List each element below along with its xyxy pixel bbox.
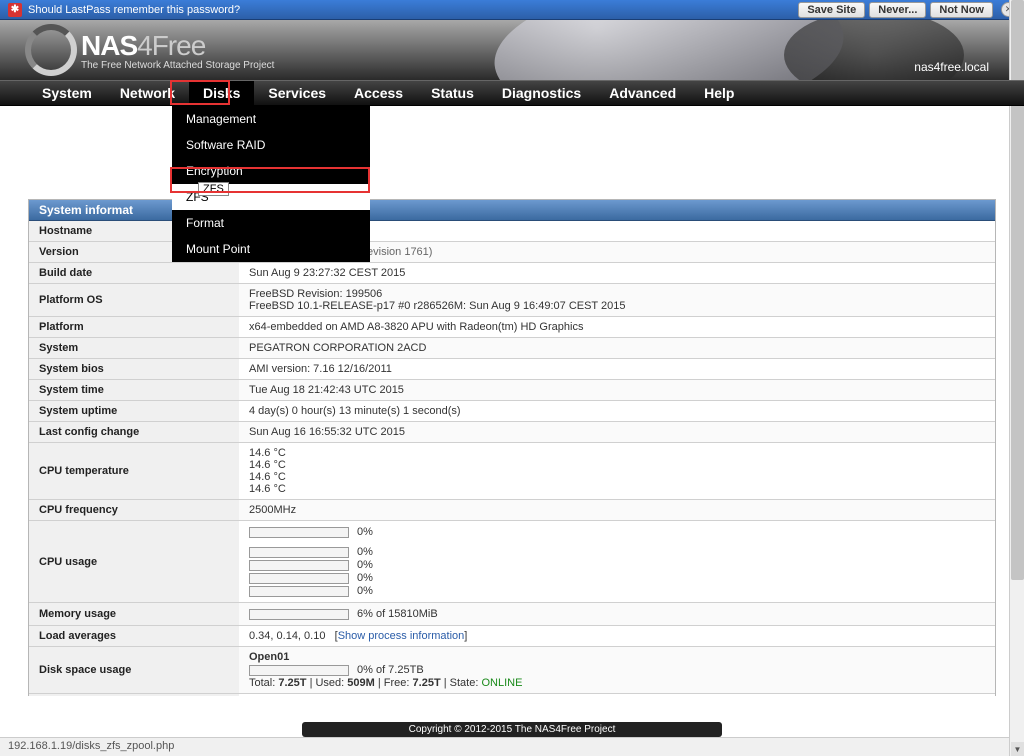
- row-value: 4 day(s) 0 hour(s) 13 minute(s) 1 second…: [239, 401, 995, 422]
- row-label: System uptime: [29, 401, 239, 422]
- row-value: PEGATRON CORPORATION 2ACD: [239, 338, 995, 359]
- dropdown-encryption[interactable]: Encryption: [172, 158, 370, 184]
- row-label: Platform: [29, 317, 239, 338]
- row-value: UPS disabled: [239, 694, 995, 697]
- logo-title-b: 4Free: [137, 30, 205, 61]
- row-label: System time: [29, 380, 239, 401]
- row-value: Sun Aug 16 16:55:32 UTC 2015: [239, 422, 995, 443]
- cpu-pct: 0%: [357, 572, 373, 584]
- hostname-label: nas4free.local: [914, 60, 989, 74]
- not-now-button[interactable]: Not Now: [930, 2, 993, 18]
- dropdown-mount-point[interactable]: Mount Point: [172, 236, 370, 262]
- nav-system[interactable]: System: [28, 81, 106, 105]
- disk-progress: [249, 665, 349, 676]
- cpu-pct: 0%: [357, 585, 373, 597]
- row-value: 14.6 °C 14.6 °C 14.6 °C 14.6 °C: [239, 443, 995, 500]
- nav-advanced[interactable]: Advanced: [595, 81, 690, 105]
- row-label: Platform OS: [29, 284, 239, 317]
- row-value: 0% 0% 0% 0% 0%: [239, 521, 995, 603]
- cputemp-line: 14.6 °C: [249, 471, 985, 483]
- cpu-progress: [249, 560, 349, 571]
- nav-help[interactable]: Help: [690, 81, 748, 105]
- row-label: Memory usage: [29, 603, 239, 626]
- main-nav: System Network Disks Services Access Sta…: [0, 80, 1024, 106]
- lastpass-prompt: Should LastPass remember this password?: [28, 4, 240, 16]
- page-body: System informat Hostname Version10.1.0.2…: [0, 106, 1024, 696]
- version-rev: (revision 1761): [360, 246, 433, 258]
- load-value: 0.34, 0.14, 0.10: [249, 630, 325, 642]
- cpu-pct: 0%: [357, 526, 373, 538]
- disk-pct: 0% of 7.25TB: [357, 664, 424, 676]
- row-label: System bios: [29, 359, 239, 380]
- platformos-line: FreeBSD Revision: 199506: [249, 288, 985, 300]
- show-process-link[interactable]: Show process information: [338, 630, 465, 642]
- status-bar: 192.168.1.19/disks_zfs_zpool.php: [0, 737, 1009, 756]
- tooltip-zfs: ZFS: [198, 182, 229, 196]
- row-value: Open01 0% of 7.25TB Total: 7.25T | Used:…: [239, 647, 995, 694]
- disk-detail: Total: 7.25T | Used: 509M | Free: 7.25T …: [249, 677, 985, 689]
- cpu-progress: [249, 547, 349, 558]
- cpu-pct: 0%: [357, 559, 373, 571]
- nav-access[interactable]: Access: [340, 81, 417, 105]
- row-value: 2500MHz: [239, 500, 995, 521]
- scrollbar[interactable]: ▼: [1009, 0, 1024, 756]
- nav-diagnostics[interactable]: Diagnostics: [488, 81, 595, 105]
- header-banner: NAS4Free The Free Network Attached Stora…: [0, 20, 1024, 80]
- lastpass-icon: ✱: [8, 3, 22, 17]
- nav-services[interactable]: Services: [254, 81, 340, 105]
- platformos-line: FreeBSD 10.1-RELEASE-p17 #0 r286526M: Su…: [249, 300, 985, 312]
- row-label: Last config change: [29, 422, 239, 443]
- cpu-pct: 0%: [357, 546, 373, 558]
- row-label: System: [29, 338, 239, 359]
- memory-progress: [249, 609, 349, 620]
- nav-network[interactable]: Network: [106, 81, 189, 105]
- row-value: 0.34, 0.14, 0.10 [Show process informati…: [239, 626, 995, 647]
- save-site-button[interactable]: Save Site: [798, 2, 865, 18]
- row-label: UPS Status: [29, 694, 239, 697]
- row-value: 6% of 15810MiB: [239, 603, 995, 626]
- disk-state: ONLINE: [481, 677, 522, 689]
- cputemp-line: 14.6 °C: [249, 483, 985, 495]
- footer: Copyright © 2012-2015 The NAS4Free Proje…: [302, 722, 722, 737]
- logo: NAS4Free The Free Network Attached Stora…: [25, 24, 274, 76]
- row-value: AMI version: 7.16 12/16/2011: [239, 359, 995, 380]
- disk-pool-name: Open01: [249, 651, 289, 663]
- dropdown-software-raid[interactable]: Software RAID: [172, 132, 370, 158]
- row-label: Disk space usage: [29, 647, 239, 694]
- never-button[interactable]: Never...: [869, 2, 926, 18]
- logo-title-a: NAS: [81, 30, 137, 61]
- cpu-progress: [249, 573, 349, 584]
- cpu-progress: [249, 527, 349, 538]
- dropdown-format[interactable]: Format: [172, 210, 370, 236]
- row-label: CPU temperature: [29, 443, 239, 500]
- nav-disks[interactable]: Disks: [189, 81, 254, 105]
- system-info-table: Hostname Version10.1.0.2 - Prescience (r…: [29, 221, 995, 696]
- row-label: Load averages: [29, 626, 239, 647]
- memory-pct: 6% of 15810MiB: [357, 608, 438, 620]
- scroll-down-icon[interactable]: ▼: [1011, 742, 1024, 756]
- row-value: x64-embedded on AMD A8-3820 APU with Rad…: [239, 317, 995, 338]
- system-info-panel: System informat Hostname Version10.1.0.2…: [28, 199, 996, 696]
- row-label: CPU usage: [29, 521, 239, 603]
- row-label: CPU frequency: [29, 500, 239, 521]
- logo-icon: [25, 24, 77, 76]
- logo-subtitle: The Free Network Attached Storage Projec…: [81, 60, 274, 71]
- nav-status[interactable]: Status: [417, 81, 488, 105]
- row-value: FreeBSD Revision: 199506FreeBSD 10.1-REL…: [239, 284, 995, 317]
- cputemp-line: 14.6 °C: [249, 447, 985, 459]
- row-value: Sun Aug 9 23:27:32 CEST 2015: [239, 263, 995, 284]
- row-label: Build date: [29, 263, 239, 284]
- lastpass-bar: ✱ Should LastPass remember this password…: [0, 0, 1024, 20]
- cpu-progress: [249, 586, 349, 597]
- cputemp-line: 14.6 °C: [249, 459, 985, 471]
- row-value: Tue Aug 18 21:42:43 UTC 2015: [239, 380, 995, 401]
- dropdown-management[interactable]: Management: [172, 106, 370, 132]
